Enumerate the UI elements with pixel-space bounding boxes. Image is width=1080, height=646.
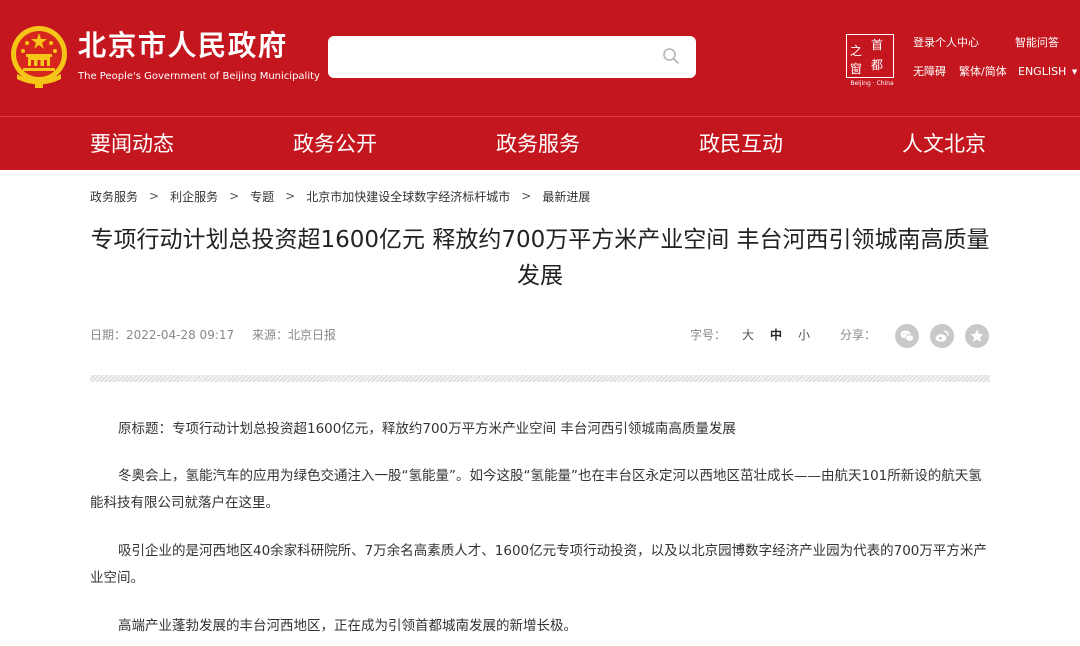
share-wechat-button[interactable] xyxy=(895,324,919,348)
nav-item-government-affairs[interactable]: 政务公开 xyxy=(293,117,377,171)
login-link[interactable]: 登录个人中心 xyxy=(913,36,979,50)
breadcrumb-separator: > xyxy=(521,189,532,203)
font-size-medium-button[interactable]: 中 xyxy=(770,326,782,343)
weibo-icon xyxy=(935,330,949,342)
share-label: 分享： xyxy=(840,328,877,342)
share-weibo-button[interactable] xyxy=(930,324,954,348)
article-paragraph: 冬奥会上，氢能汽车的应用为绿色交通注入一股“氢能量”。如今这股“氢能量”也在丰台… xyxy=(90,468,982,511)
breadcrumb-item[interactable]: 利企服务 xyxy=(170,188,218,205)
nav-item-government-services[interactable]: 政务服务 xyxy=(496,117,580,171)
article-meta: 日期：2022-04-28 09:17 来源：北京日报 xyxy=(90,326,350,343)
search-icon[interactable] xyxy=(662,47,680,65)
site-header: 北京市人民政府 The People's Government of Beiji… xyxy=(0,0,1080,116)
breadcrumb-separator: > xyxy=(149,189,160,203)
accessibility-link[interactable]: 无障碍 xyxy=(913,65,946,79)
font-size-large-button[interactable]: 大 xyxy=(742,326,754,343)
capital-logo-char: 首 xyxy=(871,38,884,52)
capital-logo-char: 窗 xyxy=(850,62,863,76)
capital-window-logo[interactable]: 首 之 都 窗 Beijing · China xyxy=(846,34,898,87)
search-input[interactable] xyxy=(340,45,650,69)
smart-qa-link[interactable]: 智能问答 xyxy=(1015,36,1059,50)
english-link[interactable]: ENGLISH ▼ xyxy=(1018,65,1077,79)
font-size-switcher: 字号： 大 中 小 xyxy=(690,326,810,343)
capital-logo-char: 之 xyxy=(850,44,863,58)
search-box[interactable] xyxy=(328,36,696,78)
favorite-icon xyxy=(970,329,984,342)
article-paragraph: 高端产业蓬勃发展的丰台河西地区，正在成为引领首都城南发展的新增长极。 xyxy=(118,618,577,634)
english-link-label: ENGLISH xyxy=(1018,65,1067,78)
breadcrumb-item[interactable]: 北京市加快建设全球数字经济标杆城市 xyxy=(306,188,510,205)
breadcrumb-item[interactable]: 政务服务 xyxy=(90,188,138,205)
article-paragraph: 原标题：专项行动计划总投资超1600亿元，释放约700万平方米产业空间 丰台河西… xyxy=(118,421,736,437)
main-nav: 要闻动态 政务公开 政务服务 政民互动 人文北京 xyxy=(0,116,1080,170)
breadcrumb-item[interactable]: 专题 xyxy=(250,188,274,205)
nav-item-interaction[interactable]: 政民互动 xyxy=(699,117,783,171)
breadcrumb-separator: > xyxy=(285,189,296,203)
caret-down-icon: ▼ xyxy=(1071,68,1078,76)
site-name-english[interactable]: The People's Government of Beijing Munic… xyxy=(78,70,320,84)
font-size-small-button[interactable]: 小 xyxy=(798,326,810,343)
nav-item-news[interactable]: 要闻动态 xyxy=(90,117,174,171)
site-name[interactable]: 北京市人民政府 xyxy=(78,30,288,62)
wechat-icon xyxy=(900,330,914,342)
breadcrumb-separator: > xyxy=(229,189,240,203)
article-title: 专项行动计划总投资超1600亿元 释放约700万平方米产业空间 丰台河西引领城南… xyxy=(90,227,990,289)
article-date: 日期：2022-04-28 09:17 xyxy=(90,328,235,342)
breadcrumb-item-current[interactable]: 最新进展 xyxy=(542,188,590,205)
nav-item-culture[interactable]: 人文北京 xyxy=(902,117,986,171)
hatched-divider xyxy=(90,375,990,382)
article-source: 来源：北京日报 xyxy=(251,328,336,342)
language-switch-link[interactable]: 繁体/简体 xyxy=(959,65,1007,79)
article-paragraph: 吸引企业的是河西地区40余家科研院所、7万余名高素质人才、1600亿元专项行动投… xyxy=(90,543,987,586)
capital-logo-char: 都 xyxy=(871,58,884,72)
share-favorite-button[interactable] xyxy=(965,324,989,348)
national-emblem-icon xyxy=(11,26,67,88)
font-size-label: 字号： xyxy=(690,328,727,342)
breadcrumb: 政务服务 > 利企服务 > 专题 > 北京市加快建设全球数字经济标杆城市 > 最… xyxy=(90,186,590,206)
capital-logo-subtitle: Beijing · China xyxy=(850,80,894,87)
